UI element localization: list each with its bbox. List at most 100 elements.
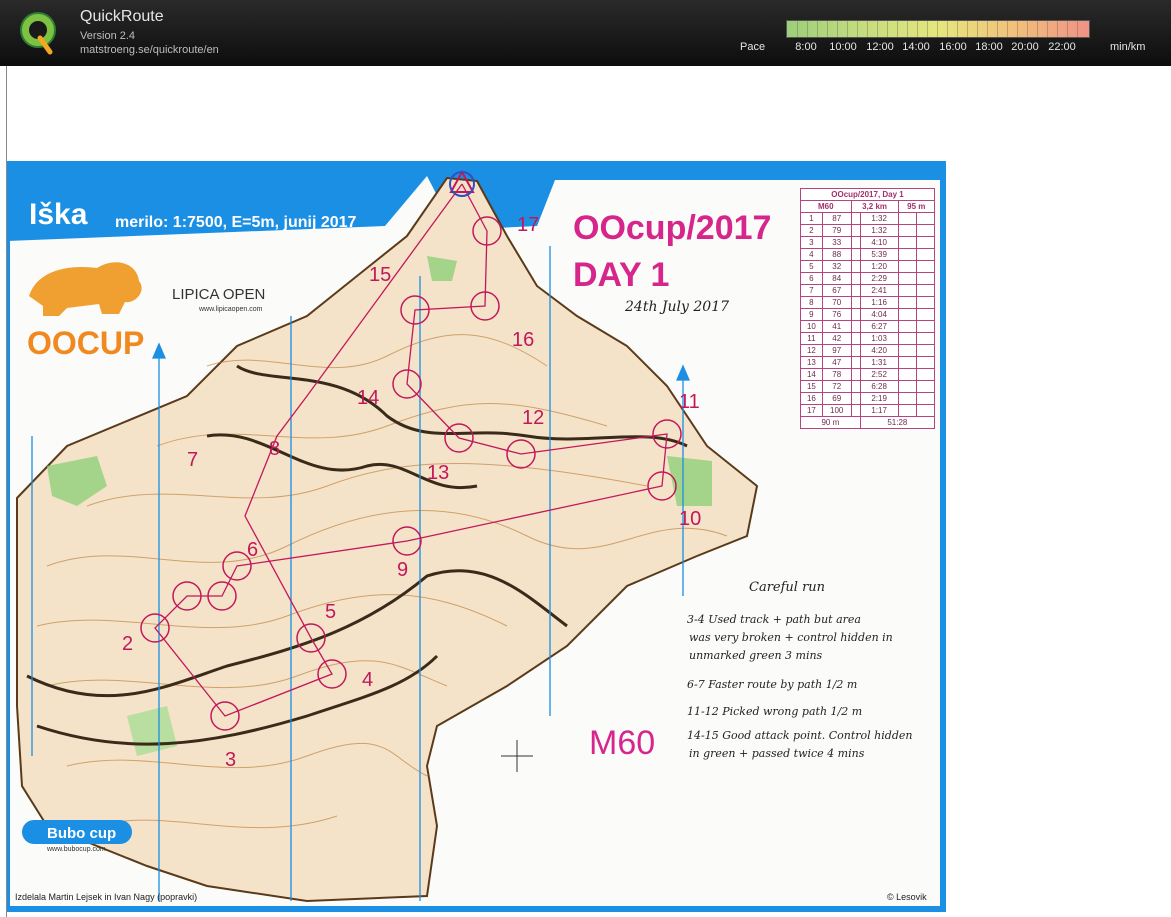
oocup-logo-text: OOCUP [27,325,144,361]
cd-symbol [897,212,917,225]
app-title: QuickRoute [80,8,164,25]
control-number: 13 [427,462,449,484]
pace-scale-segment [887,21,888,37]
cd-row: 9 76 4:04 [800,308,936,321]
cd-symbol [897,248,917,261]
pace-scale-segment [1077,21,1078,37]
note-line: 3-4 Used track + path but area [687,613,861,626]
control-number: 7 [187,449,198,471]
cd-num: 4 [800,248,823,261]
cd-num: 7 [800,284,823,297]
control-number: 2 [122,633,133,655]
cd-symbol [850,212,861,225]
pace-tick: 22:00 [1048,41,1076,53]
control-number: 4 [362,669,373,691]
cd-num: 9 [800,308,823,321]
cd-symbol [897,236,917,249]
cd-split: 1:20 [859,260,899,273]
bubo-url: www.bubocup.com [46,846,106,853]
map-scale: merilo: 1:7500, E=5m, junij 2017 [115,214,357,231]
pace-scale-segment [877,21,878,37]
cd-num: 3 [800,236,823,249]
pace-scale-segment [967,21,968,37]
orienteering-map[interactable]: Iška merilo: 1:7500, E=5m, junij 2017 OO… [7,66,1171,917]
cd-num: 14 [800,368,823,381]
control-number: 17 [517,214,539,236]
note-line: 11-12 Picked wrong path 1/2 m [687,705,862,718]
cd-symbol [897,320,917,333]
cd-symbol [897,260,917,273]
pace-scale-segment [1047,21,1048,37]
cd-num: 11 [800,332,823,345]
control-description-table: OOcup/2017, Day 1 M60 3,2 km 95 m 1 87 1:3… [800,188,936,429]
control-number: 8 [269,438,280,460]
cd-row: 16 69 2:19 [800,392,936,405]
cd-symbol [915,344,936,357]
cd-symbol [915,380,936,393]
pace-scale-segment [807,21,808,37]
cd-symbol [850,320,861,333]
cd-symbol [915,296,936,309]
cd-row: 11 42 1:03 [800,332,936,345]
cd-symbol [897,344,917,357]
cd-split: 1:32 [859,212,899,225]
map-canvas[interactable]: Iška merilo: 1:7500, E=5m, junij 2017 OO… [6,66,1171,917]
pace-scale-segment [907,21,908,37]
control-number: 14 [357,387,379,409]
pace-scale-segment [957,21,958,37]
pace-scale-segment [857,21,858,37]
cd-split: 1:32 [859,224,899,237]
control-number: 16 [512,329,534,351]
cd-num: 16 [800,392,823,405]
pace-tick: 10:00 [829,41,857,53]
cd-symbol [897,332,917,345]
pace-scale-segment [1007,21,1008,37]
cd-num: 12 [800,344,823,357]
cd-symbol [850,368,861,381]
cd-total-time: 51:28 [859,416,936,429]
cd-row: 3 33 4:10 [800,236,936,249]
cd-symbol [850,380,861,393]
app-url[interactable]: matstroeng.se/quickroute/en [80,44,219,56]
cd-row: 7 67 2:41 [800,284,936,297]
cd-code: 84 [821,272,852,285]
cd-num: 17 [800,404,823,417]
pace-tick: 8:00 [795,41,817,53]
cd-symbol [850,308,861,321]
pace-tick: 16:00 [939,41,967,53]
cd-code: 33 [821,236,852,249]
control-number: 6 [247,539,258,561]
pace-scale-segment [1027,21,1028,37]
control-number: 11 [679,391,700,413]
control-number: 9 [397,559,408,581]
pace-scale-segment [1057,21,1058,37]
pace-scale-segment [867,21,868,37]
cd-distance: 3,2 km [850,200,899,213]
pace-scale-segment [997,21,998,37]
cd-split: 1:31 [859,356,899,369]
cd-split: 1:16 [859,296,899,309]
cd-symbol [897,356,917,369]
cd-code: 32 [821,260,852,273]
cd-row: 8 70 1:16 [800,296,936,309]
cd-symbol [850,248,861,261]
date-note: 24th July 2017 [624,299,729,315]
category-label: M60 [589,724,655,762]
pace-scale-segment [847,21,848,37]
cd-row: 12 97 4:20 [800,344,936,357]
cd-code: 72 [821,380,852,393]
cd-num: 15 [800,380,823,393]
control-number: 12 [522,407,544,429]
cd-symbol [850,392,861,405]
cd-symbol [897,272,917,285]
cd-symbol [915,404,936,417]
cd-num: 6 [800,272,823,285]
cd-symbol [915,320,936,333]
cd-split: 2:19 [859,392,899,405]
cd-split: 2:52 [859,368,899,381]
cd-symbol [897,224,917,237]
pace-scale-segment [897,21,898,37]
cd-row: 6 84 2:29 [800,272,936,285]
cd-split: 4:20 [859,344,899,357]
pace-scale-segment [987,21,988,37]
